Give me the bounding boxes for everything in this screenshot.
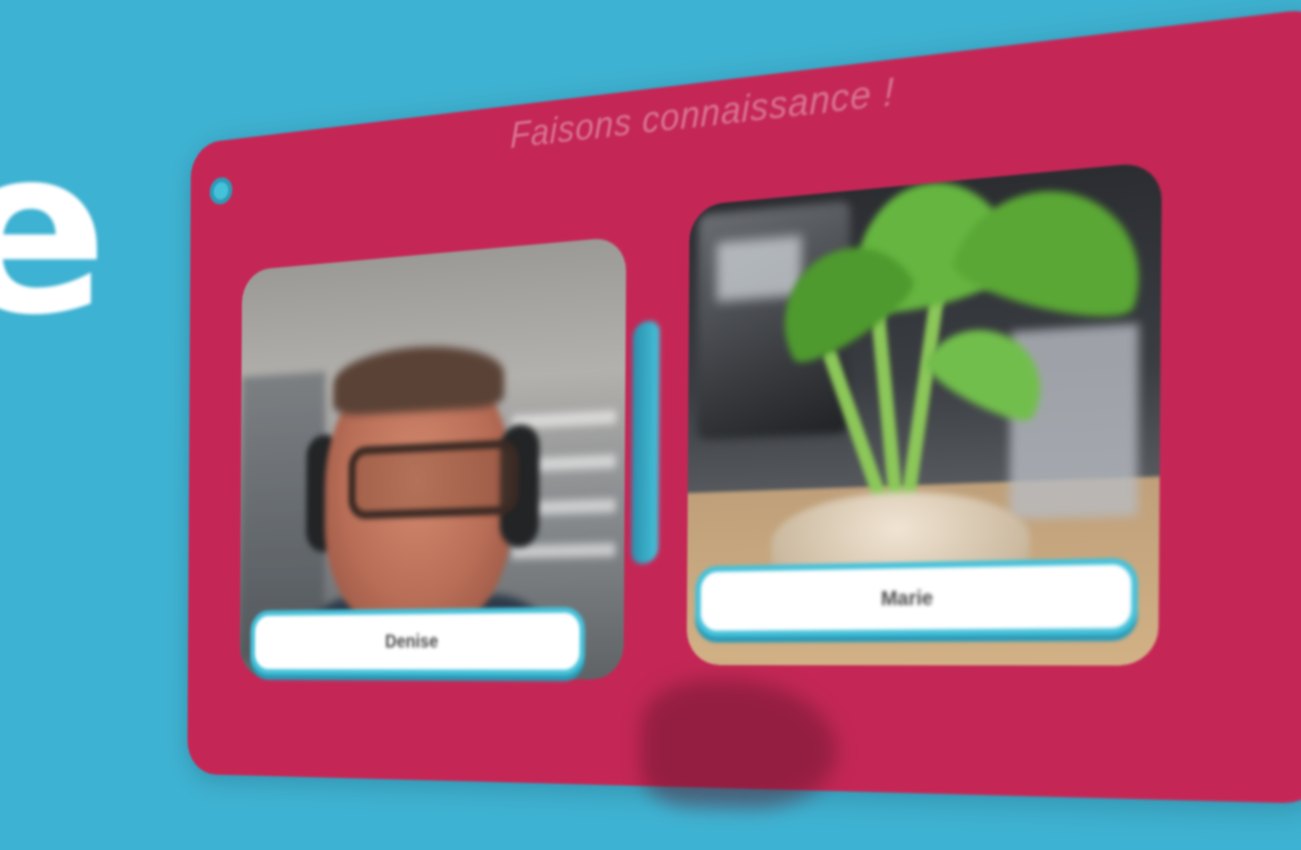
stage: e Faisons connaissance ! Denise Marie bbox=[0, 0, 1301, 850]
monitor-glow bbox=[717, 235, 802, 301]
video-call-card: Faisons connaissance ! Denise Marie bbox=[187, 6, 1301, 804]
connector-bar bbox=[631, 318, 660, 565]
desk-box bbox=[1009, 324, 1138, 520]
participant-name-left: Denise bbox=[255, 613, 580, 670]
headline-letter: e bbox=[0, 118, 104, 348]
shadow-decoration bbox=[640, 680, 837, 812]
participant-name-right: Marie bbox=[701, 564, 1132, 631]
glasses-icon bbox=[348, 439, 519, 520]
dot-icon bbox=[210, 176, 232, 205]
